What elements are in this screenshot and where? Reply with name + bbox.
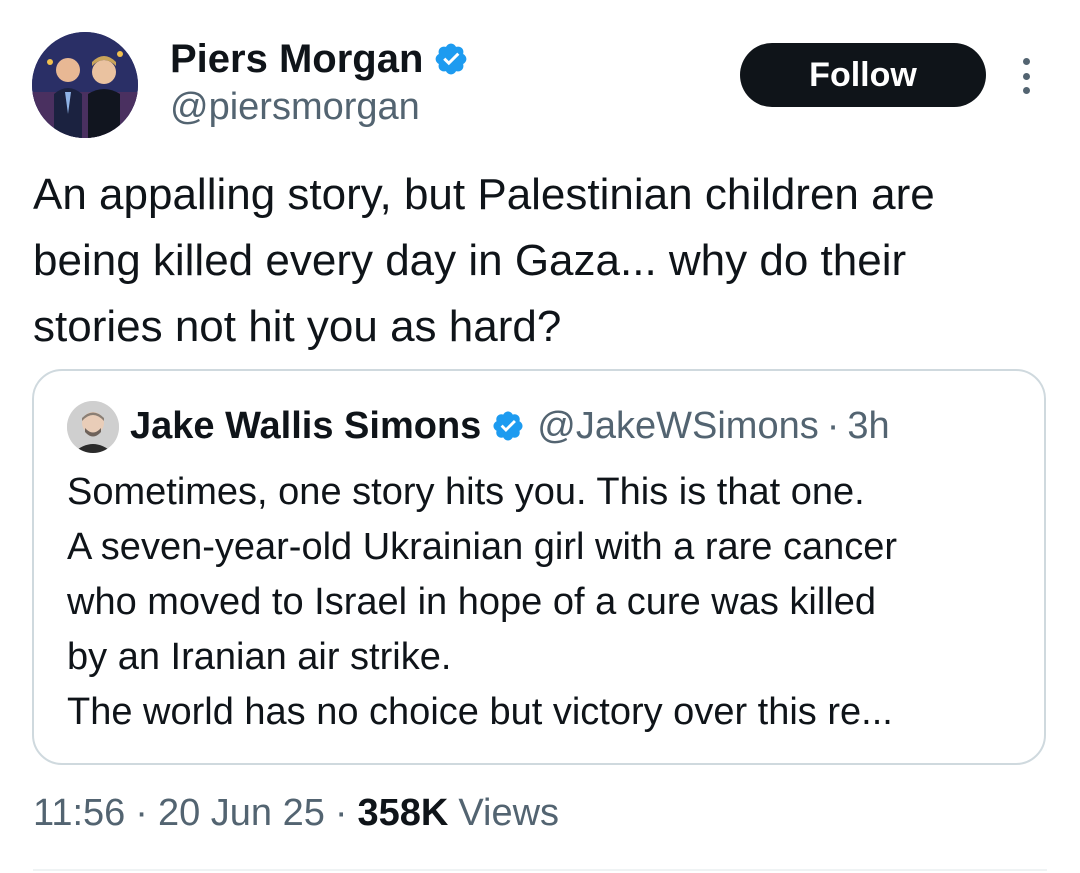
author-name-row[interactable]: Piers Morgan [170, 36, 469, 82]
quoted-tweet[interactable]: Jake Wallis Simons @JakeWSimons · 3h Som… [32, 369, 1046, 765]
quoted-author-handle: @JakeWSimons [537, 405, 819, 447]
author-avatar[interactable] [32, 32, 138, 138]
quoted-text-line: by an Iranian air strike. [67, 636, 452, 678]
tweet-time[interactable]: 11:56 [33, 790, 125, 836]
tweet-meta: 11:56 · 20 Jun 25 · 358K Views [33, 790, 559, 836]
quoted-text: Sometimes, one story hits you. This is t… [67, 465, 1027, 740]
quoted-text-line: Sometimes, one story hits you. This is t… [67, 471, 865, 513]
tweet-date[interactable]: 20 Jun 25 [158, 790, 325, 836]
quoted-text-line: A seven-year-old Ukrainian girl with a r… [67, 526, 898, 568]
quoted-separator: · [826, 405, 840, 447]
author-name[interactable]: Piers Morgan [170, 36, 423, 82]
quoted-time: 3h [847, 405, 890, 447]
follow-button[interactable]: Follow [740, 43, 986, 107]
more-dot [1022, 58, 1030, 65]
quoted-text-line: The world has no choice but victory over… [67, 691, 893, 733]
author-avatar-image [32, 32, 138, 138]
author-handle[interactable]: @piersmorgan [170, 85, 420, 129]
quoted-author-avatar [67, 401, 119, 453]
views-count: 358K [357, 792, 449, 834]
more-vertical-icon[interactable] [1014, 58, 1038, 94]
quoted-avatar-image [67, 401, 119, 453]
more-dot [1022, 87, 1030, 94]
quoted-author-name: Jake Wallis Simons [130, 405, 482, 447]
quoted-text-line: who moved to Israel in hope of a cure wa… [67, 581, 876, 623]
verified-badge-icon [493, 411, 523, 441]
meta-separator: · [334, 792, 348, 834]
more-dot [1022, 72, 1030, 80]
quoted-header: Jake Wallis Simons @JakeWSimons · 3h [130, 403, 890, 449]
tweet-text: An appalling story, but Palestinian chil… [33, 170, 935, 351]
divider [33, 869, 1047, 871]
views-label: Views [458, 792, 560, 834]
meta-separator: · [135, 792, 148, 834]
verified-badge-icon [436, 43, 467, 75]
